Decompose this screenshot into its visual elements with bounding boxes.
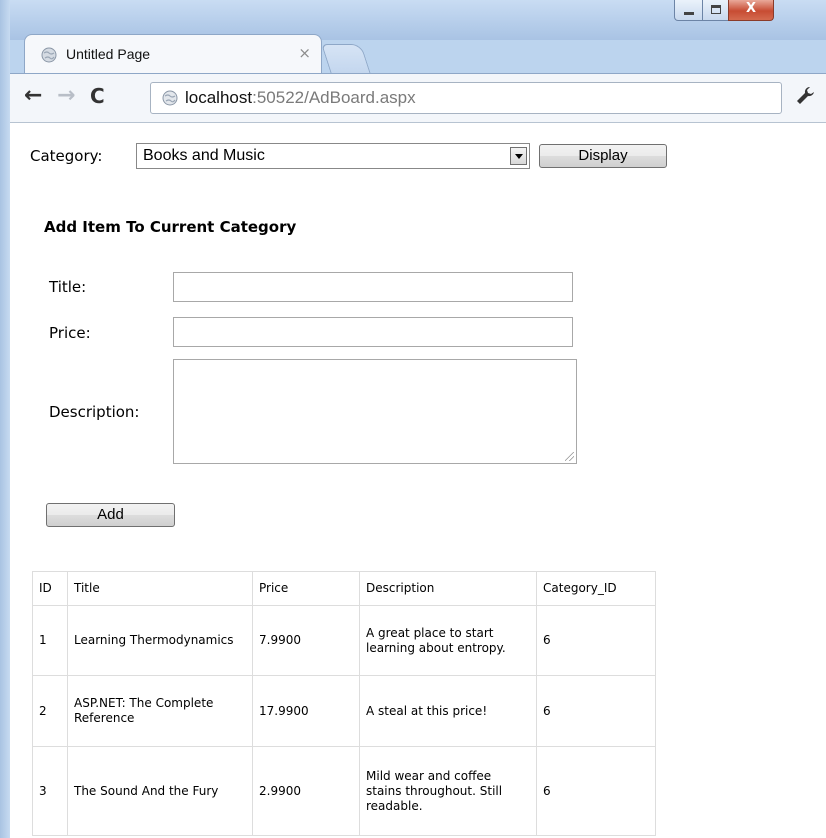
price-input[interactable] bbox=[173, 317, 573, 347]
description-label: Description: bbox=[49, 403, 140, 421]
items-table: ID Title Price Description Category_ID 1… bbox=[32, 571, 656, 836]
column-header: Description bbox=[359, 571, 537, 606]
table-cell: 6 bbox=[536, 746, 656, 836]
table-cell: The Sound And the Fury bbox=[67, 746, 253, 836]
table-cell: 7.9900 bbox=[252, 605, 360, 676]
table-cell: 2.9900 bbox=[252, 746, 360, 836]
table-row: 2 ASP.NET: The Complete Reference 17.990… bbox=[32, 675, 656, 747]
browser-window: X Untitled Page × ← → C localhost:50522/… bbox=[0, 0, 826, 838]
table-cell: 1 bbox=[32, 605, 68, 676]
new-tab-button[interactable] bbox=[321, 44, 371, 74]
column-header: Price bbox=[252, 571, 360, 606]
table-header-row: ID Title Price Description Category_ID bbox=[32, 571, 656, 606]
display-button[interactable]: Display bbox=[539, 144, 667, 168]
table-cell: A steal at this price! bbox=[359, 675, 537, 747]
tab-untitled-page[interactable]: Untitled Page × bbox=[24, 34, 322, 74]
forward-arrow-icon[interactable]: → bbox=[57, 84, 75, 108]
url-host: localhost bbox=[185, 88, 253, 107]
reload-icon[interactable]: C bbox=[90, 84, 105, 108]
close-window-button[interactable]: X bbox=[728, 0, 774, 21]
table-cell: 2 bbox=[32, 675, 68, 747]
window-controls: X bbox=[674, 0, 820, 22]
globe-icon bbox=[41, 47, 57, 63]
table-row: 1 Learning Thermodynamics 7.9900 A great… bbox=[32, 605, 656, 676]
url-path: :50522/AdBoard.aspx bbox=[252, 88, 416, 107]
table-cell: 6 bbox=[536, 605, 656, 676]
category-selected-value: Books and Music bbox=[143, 147, 265, 164]
table-cell: 3 bbox=[32, 746, 68, 836]
table-cell: 17.9900 bbox=[252, 675, 360, 747]
table-cell: ASP.NET: The Complete Reference bbox=[67, 675, 253, 747]
resize-grip-icon[interactable] bbox=[565, 452, 574, 461]
tab-close-button[interactable]: × bbox=[298, 44, 311, 62]
page-content: Category: Books and Music Display Add It… bbox=[10, 123, 826, 838]
close-icon: X bbox=[745, 1, 757, 16]
page-globe-icon bbox=[162, 90, 178, 106]
category-label: Category: bbox=[30, 147, 103, 165]
column-header: ID bbox=[32, 571, 68, 606]
minimize-icon bbox=[684, 12, 694, 15]
table-cell: A great place to start learning about en… bbox=[359, 605, 537, 676]
title-input[interactable] bbox=[173, 272, 573, 302]
title-label: Title: bbox=[49, 278, 87, 296]
minimize-button[interactable] bbox=[674, 0, 703, 21]
tab-title: Untitled Page bbox=[66, 46, 151, 62]
description-textarea[interactable] bbox=[173, 359, 577, 464]
maximize-icon bbox=[711, 5, 721, 14]
price-label: Price: bbox=[49, 324, 91, 342]
address-bar[interactable]: localhost:50522/AdBoard.aspx bbox=[150, 82, 782, 114]
chevron-down-icon[interactable] bbox=[510, 147, 527, 165]
add-item-heading: Add Item To Current Category bbox=[44, 218, 297, 236]
maximize-button[interactable] bbox=[702, 0, 729, 21]
window-frame-left bbox=[0, 0, 10, 838]
url-text: localhost:50522/AdBoard.aspx bbox=[185, 88, 416, 108]
back-arrow-icon[interactable]: ← bbox=[24, 84, 42, 108]
browser-toolbar: ← → C localhost:50522/AdBoard.aspx bbox=[10, 73, 826, 123]
table-cell: Learning Thermodynamics bbox=[67, 605, 253, 676]
column-header: Category_ID bbox=[536, 571, 656, 606]
table-cell: 6 bbox=[536, 675, 656, 747]
add-button[interactable]: Add bbox=[46, 503, 175, 527]
table-row: 3 The Sound And the Fury 2.9900 Mild wea… bbox=[32, 746, 656, 836]
category-dropdown[interactable]: Books and Music bbox=[136, 143, 530, 169]
column-header: Title bbox=[67, 571, 253, 606]
table-cell: Mild wear and coffee stains throughout. … bbox=[359, 746, 537, 836]
wrench-icon[interactable] bbox=[794, 84, 818, 108]
